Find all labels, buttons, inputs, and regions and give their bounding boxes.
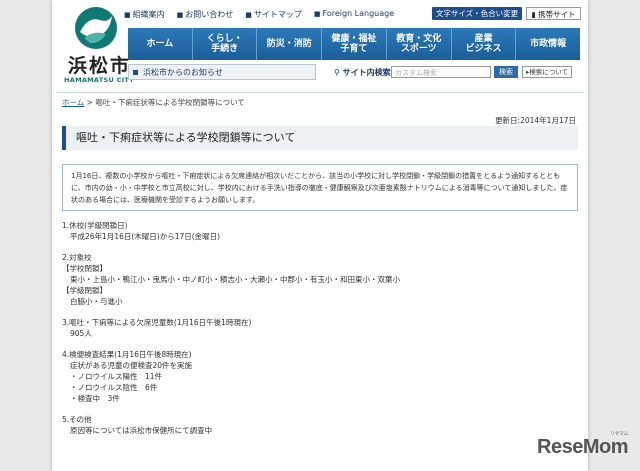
nav-education[interactable]: 教育・文化 スポーツ xyxy=(386,28,452,60)
section-4-text-2: ・ノロウイルス陽性 11件 xyxy=(70,372,163,381)
search-help-button[interactable]: ▸検索について xyxy=(522,66,572,78)
square-bullet-icon: ■ xyxy=(124,11,131,19)
resemom-watermark: リセマム ReseMom xyxy=(537,431,628,458)
page-title: 嘔吐・下痢症状等による学校閉鎖等について xyxy=(62,126,578,150)
breadcrumb-current: 嘔吐・下痢症状等による学校閉鎖等について xyxy=(95,98,245,107)
city-notice-link[interactable]: 浜松市からのお知らせ xyxy=(128,64,316,80)
utility-link-contact[interactable]: ■ お問い合わせ xyxy=(177,9,234,20)
city-emblem-icon xyxy=(75,7,117,49)
logo-text-en: HAMAMATSU CITY xyxy=(64,76,135,84)
section-1-title: 1.休校(学級閉鎖日) xyxy=(62,221,128,230)
section-4-title: 4.検便検査結果(1月16日午後8時現在) xyxy=(62,350,192,359)
mobile-site-button[interactable]: ▮ 携帯サイト xyxy=(526,7,581,20)
nav-city-info[interactable]: 市政情報 xyxy=(516,28,581,60)
breadcrumb-home-link[interactable]: ホーム xyxy=(62,98,84,107)
section-4-text-1: 症状がある児童の便検査20件を実施 xyxy=(70,361,193,370)
article-body: 1.休校(学級閉鎖日) 平成26年1月16日(木曜日)から17日(金曜日) 2.… xyxy=(62,220,578,436)
global-nav: ホーム くらし・ 手続き 防災・消防 健康・福祉 子育て 教育・文化 スポーツ … xyxy=(128,28,581,60)
search-icon: ⚲ xyxy=(334,68,340,77)
square-bullet-icon: ■ xyxy=(313,10,321,18)
utility-link-organization[interactable]: ■ 組織案内 xyxy=(124,9,165,20)
mobile-icon: ▮ xyxy=(531,10,536,19)
nav-home[interactable]: ホーム xyxy=(128,28,193,60)
section-4-text-3: ・ノロウイルス陰性 6件 xyxy=(70,383,158,392)
section-2-title: 2.対象校 xyxy=(62,253,92,262)
section-2-closure-schools: 東小・上島小・鴨江小・曳馬小・中ノ町小・積志小・大瀬小・中郡小・有玉小・和田東小… xyxy=(70,275,400,284)
updated-date: 更新日:2014年1月17日 xyxy=(495,116,576,125)
section-2-sub-class: 【学級閉鎖】 xyxy=(62,286,107,295)
breadcrumb: ホーム > 嘔吐・下痢症状等による学校閉鎖等について xyxy=(62,97,245,108)
page: 浜松市 HAMAMATSU CITY ■ 組織案内 ■ お問い合わせ ■ サイトマップ… xyxy=(52,0,588,471)
logo-text-jp: 浜松市 xyxy=(68,55,132,77)
section-3-text: 905人 xyxy=(70,329,92,338)
section-5-text: 原因等については浜松市保健所にて調査中 xyxy=(70,426,213,435)
breadcrumb-divider xyxy=(56,92,584,93)
section-5-title: 5.その他 xyxy=(62,415,92,424)
utility-link-sitemap[interactable]: ■ サイトマップ xyxy=(245,9,302,20)
section-2-sub-closure: 【学校閉鎖】 xyxy=(62,264,107,273)
nav-health[interactable]: 健康・福祉 子育て xyxy=(322,28,387,60)
nav-living[interactable]: くらし・ 手続き xyxy=(192,28,258,60)
site-search-input[interactable]: カスタム検索 xyxy=(391,66,491,78)
square-bullet-icon: ■ xyxy=(176,11,184,19)
site-search-label: ⚲ サイト内検索 xyxy=(334,68,391,77)
utility-link-foreign-language[interactable]: ■ Foreign Language xyxy=(314,9,394,20)
nav-business[interactable]: 産業 ビジネス xyxy=(451,28,517,60)
breadcrumb-separator: > xyxy=(84,98,96,107)
section-3-title: 3.嘔吐・下痢等による欠席児童数(1月16日午後1時現在) xyxy=(62,318,252,327)
section-1-text: 平成26年1月16日(木曜日)から17日(金曜日) xyxy=(70,232,221,241)
section-4-text-4: ・検査中 3件 xyxy=(70,394,120,403)
nav-disaster[interactable]: 防災・消防 xyxy=(257,28,323,60)
utility-links: ■ 組織案内 ■ お問い合わせ ■ サイトマップ ■ Foreign Language xyxy=(124,9,394,20)
section-2-class-schools: 白脇小・与進小 xyxy=(70,297,123,306)
text-size-button[interactable]: 文字サイズ・色合い変更 xyxy=(432,7,522,20)
square-bullet-icon: ■ xyxy=(245,11,252,19)
search-button[interactable]: 検索 xyxy=(494,66,518,78)
intro-text: 1月16日、複数の小学校から嘔吐・下痢症状による欠席連絡が相次いだことから、該当… xyxy=(62,164,578,211)
watermark-sub: リセマム xyxy=(609,431,629,437)
screenshot-frame: 浜松市 HAMAMATSU CITY ■ 組織案内 ■ お問い合わせ ■ サイトマップ… xyxy=(0,0,640,471)
